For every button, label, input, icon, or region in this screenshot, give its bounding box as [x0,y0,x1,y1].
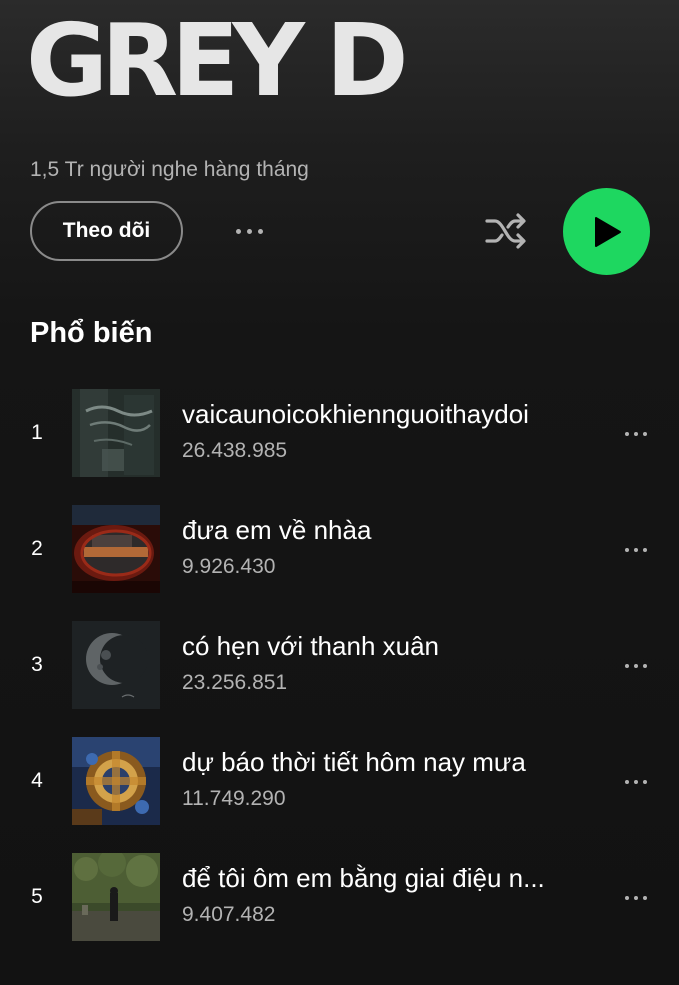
track-row[interactable]: 2 đưa em về nhàa 9.926.430 [0,505,679,597]
more-horizontal-icon [625,780,629,784]
artist-name: GREY D [26,2,409,119]
track-title: dự báo thời tiết hôm nay mưa [182,747,526,777]
play-icon [594,216,621,247]
track-more-options-button[interactable] [614,767,658,797]
track-play-count: 26.438.985 [182,439,288,462]
track-number: 3 [31,653,43,676]
more-horizontal-icon [625,432,629,436]
track-title: có hẹn với thanh xuân [182,631,440,661]
track-row[interactable]: 3 có hẹn với thanh xuân 23.256.851 [0,621,679,713]
track-play-count: 23.256.851 [182,671,288,694]
track-cover-art [72,505,160,593]
track-cover-art [72,737,160,825]
track-more-options-button[interactable] [614,419,658,449]
follow-button[interactable]: Theo dõi [30,201,183,261]
track-play-count: 9.407.482 [182,903,276,926]
shuffle-button[interactable] [480,209,532,253]
monthly-listeners: 1,5 Tr người nghe hàng tháng [30,158,309,181]
track-cover-art [72,621,160,709]
track-row[interactable]: 4 dự báo thời tiết hôm nay mưa 11.749.29… [0,737,679,829]
track-more-options-button[interactable] [614,651,658,681]
track-number: 5 [31,885,43,908]
more-horizontal-icon [625,664,629,668]
play-button[interactable] [563,188,650,275]
track-cover-art [72,853,160,941]
more-horizontal-icon [235,228,241,234]
section-title-popular: Phổ biến [30,317,153,349]
track-title: vaicaunoicokhiennguoithaydoi [182,399,529,429]
track-play-count: 11.749.290 [182,787,286,810]
track-title: để tôi ôm em bằng giai điệu n... [182,863,545,893]
more-horizontal-icon [625,896,629,900]
track-more-options-button[interactable] [614,535,658,565]
track-title: đưa em về nhàa [182,515,372,545]
track-cover-art [72,389,160,477]
track-number: 2 [31,537,43,560]
track-number: 4 [31,769,43,792]
track-row[interactable]: 5 để tôi ôm em bằng giai điệu n... 9.407… [0,853,679,945]
shuffle-icon [485,213,526,249]
artist-more-options-button[interactable] [226,214,272,248]
track-row[interactable]: 1 vaicaunoicokhiennguoithaydoi 26.438.98… [0,389,679,481]
track-number: 1 [31,421,43,444]
track-play-count: 9.926.430 [182,555,276,578]
track-more-options-button[interactable] [614,883,658,913]
more-horizontal-icon [625,548,629,552]
